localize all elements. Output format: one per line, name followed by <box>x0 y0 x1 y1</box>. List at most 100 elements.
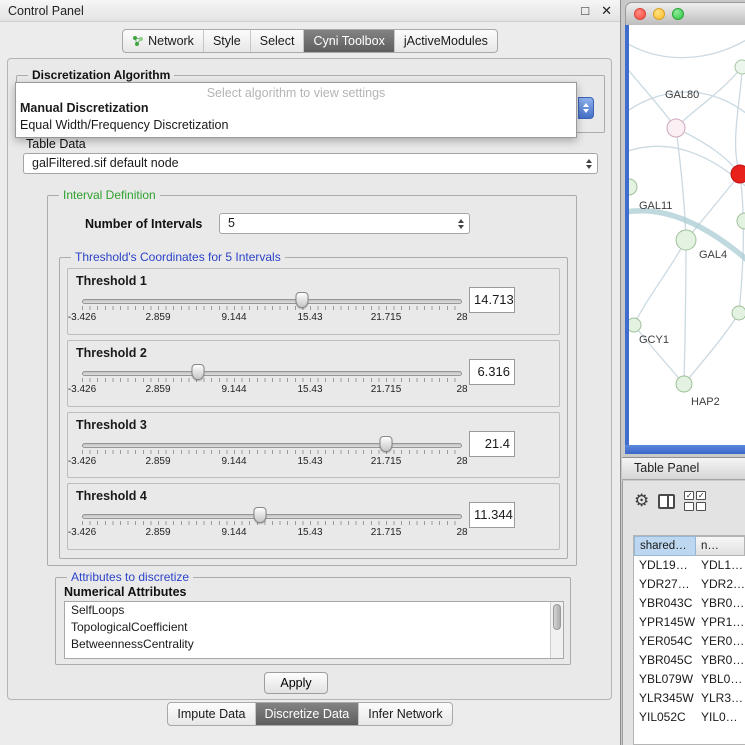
list-item[interactable]: SelfLoops <box>65 602 563 619</box>
tab-network[interactable]: Network <box>123 30 203 52</box>
discretization-algorithm-group-title: Discretization Algorithm <box>28 68 174 82</box>
slider-scale-label: 15.43 <box>297 312 322 323</box>
threshold-panels: Threshold 1 -3.426 2.859 9.144 15.43 <box>67 268 560 550</box>
node-gal11[interactable] <box>629 179 637 195</box>
node-gal80[interactable] <box>667 119 685 137</box>
threshold-1-value-field[interactable]: 14.713 <box>469 287 515 313</box>
slider-scale-label: 21.715 <box>371 312 402 323</box>
float-window-icon[interactable]: □ <box>581 1 589 21</box>
slider-scale-label: 2.859 <box>145 384 170 395</box>
tab-cyni-toolbox[interactable]: Cyni Toolbox <box>303 30 393 52</box>
slider-thumb[interactable] <box>296 292 309 308</box>
table-header-row: shared… n… <box>634 536 745 556</box>
number-of-intervals-combobox[interactable]: 5 <box>219 213 470 234</box>
minimize-traffic-light-icon[interactable] <box>653 8 665 20</box>
slider-track[interactable] <box>82 371 462 376</box>
network-canvas[interactable]: GAL80 GAL11 GAL4 GCY1 HAP2 <box>625 25 745 445</box>
cell-name[interactable]: YBR0… <box>696 594 745 613</box>
slider-track[interactable] <box>82 514 462 519</box>
threshold-4-value-field[interactable]: 11.344 <box>469 502 515 528</box>
tab-infer-network[interactable]: Infer Network <box>358 703 451 725</box>
slider-scale-label: 9.144 <box>221 527 246 538</box>
zoom-traffic-light-icon[interactable] <box>672 8 684 20</box>
gear-icon[interactable]: ⚙ <box>634 491 649 511</box>
algorithm-combobox-button[interactable] <box>578 97 594 119</box>
tab-discretize-data-label: Discretize Data <box>265 707 350 721</box>
tab-select[interactable]: Select <box>250 30 304 52</box>
slider-scale-label: 28 <box>456 456 467 467</box>
cell-name[interactable]: YDR2… <box>696 575 745 594</box>
slider-thumb[interactable] <box>191 364 204 380</box>
table-row[interactable]: YBR043CYBR0… <box>634 594 745 613</box>
cell-shared-name[interactable]: YBL079W <box>634 670 696 689</box>
cell-shared-name[interactable]: YDR27… <box>634 575 696 594</box>
column-header-name[interactable]: n… <box>696 536 745 556</box>
table-row[interactable]: YBL079WYBL0… <box>634 670 745 689</box>
number-of-intervals-label: Number of Intervals <box>85 217 202 231</box>
scrollbar-thumb[interactable] <box>553 604 561 630</box>
threshold-2-value-field[interactable]: 6.316 <box>469 359 515 385</box>
slider-track[interactable] <box>82 443 462 448</box>
node-gcy1[interactable] <box>629 318 641 332</box>
tab-discretize-data[interactable]: Discretize Data <box>255 703 359 725</box>
threshold-3-value-field[interactable]: 21.4 <box>469 431 515 457</box>
threshold-3-slider[interactable]: -3.426 2.859 9.144 15.43 21.715 28 <box>76 434 468 476</box>
tab-style[interactable]: Style <box>203 30 250 52</box>
table-data-combobox[interactable]: galFiltered.sif default node <box>23 153 598 174</box>
window-title: Control Panel <box>8 4 84 18</box>
list-item[interactable]: BetweennessCentrality <box>65 636 563 653</box>
cell-name[interactable]: YBL0… <box>696 670 745 689</box>
cell-shared-name[interactable]: YBR043C <box>634 594 696 613</box>
dropdown-option-manual-discretization[interactable]: Manual Discretization <box>16 100 576 117</box>
cell-shared-name[interactable]: YBR045C <box>634 651 696 670</box>
tab-impute-data[interactable]: Impute Data <box>168 703 254 725</box>
table-row[interactable]: YLR345WYLR3… <box>634 689 745 708</box>
node-selected-red[interactable] <box>731 165 745 183</box>
threshold-4-slider[interactable]: -3.426 2.859 9.144 15.43 21.715 28 <box>76 505 468 547</box>
slider-thumb[interactable] <box>379 436 392 452</box>
numerical-attributes-list[interactable]: SelfLoops TopologicalCoefficient Between… <box>64 601 564 659</box>
bottom-tabbar: Impute Data Discretize Data Infer Networ… <box>0 702 620 726</box>
slider-track[interactable] <box>82 299 462 304</box>
cell-shared-name[interactable]: YPR145W <box>634 613 696 632</box>
slider-thumb[interactable] <box>254 507 267 523</box>
apply-button[interactable]: Apply <box>264 672 328 694</box>
cell-name[interactable]: YER0… <box>696 632 745 651</box>
slider-scale-label: 15.43 <box>297 527 322 538</box>
table-row[interactable]: YPR145WYPR1… <box>634 613 745 632</box>
cell-name[interactable]: YDL1… <box>696 556 745 575</box>
table-panel-header: Table Panel <box>622 457 745 480</box>
network-window-titlebar[interactable] <box>625 2 745 25</box>
threshold-1-slider[interactable]: -3.426 2.859 9.144 15.43 21.715 28 <box>76 290 468 332</box>
selection-checkboxes-icon[interactable]: ✓ ✓ <box>684 491 706 511</box>
tab-jactivemodules[interactable]: jActiveModules <box>394 30 497 52</box>
threshold-1-panel: Threshold 1 -3.426 2.859 9.144 15.43 <box>67 268 560 335</box>
list-item[interactable]: TopologicalCoefficient <box>65 619 563 636</box>
table-row[interactable]: YDL19…YDL1… <box>634 556 745 575</box>
cell-shared-name[interactable]: YER054C <box>634 632 696 651</box>
node-gal4[interactable] <box>676 230 696 250</box>
column-selector-icon[interactable] <box>658 494 675 509</box>
slider-scale-label: -3.426 <box>68 312 96 323</box>
table-row[interactable]: YDR27…YDR2… <box>634 575 745 594</box>
close-icon[interactable]: ✕ <box>601 1 612 21</box>
table-row[interactable]: YBR045CYBR0… <box>634 651 745 670</box>
close-traffic-light-icon[interactable] <box>634 8 646 20</box>
list-scrollbar[interactable] <box>550 602 563 658</box>
cell-name[interactable]: YBR0… <box>696 651 745 670</box>
tab-infer-network-label: Infer Network <box>368 707 442 721</box>
slider-scale-label: -3.426 <box>68 456 96 467</box>
cell-shared-name[interactable]: YIL052C <box>634 708 696 727</box>
node-hap2[interactable] <box>676 376 692 392</box>
cell-name[interactable]: YIL0… <box>696 708 745 727</box>
slider-scale-label: 9.144 <box>221 456 246 467</box>
cell-name[interactable]: YLR3… <box>696 689 745 708</box>
cell-shared-name[interactable]: YDL19… <box>634 556 696 575</box>
cell-name[interactable]: YPR1… <box>696 613 745 632</box>
column-header-shared-name[interactable]: shared… <box>634 536 696 556</box>
table-row[interactable]: YER054CYER0… <box>634 632 745 651</box>
dropdown-option-equal-width-frequency[interactable]: Equal Width/Frequency Discretization <box>16 117 576 134</box>
cell-shared-name[interactable]: YLR345W <box>634 689 696 708</box>
threshold-2-slider[interactable]: -3.426 2.859 9.144 15.43 21.715 28 <box>76 362 468 404</box>
table-row[interactable]: YIL052CYIL0… <box>634 708 745 727</box>
